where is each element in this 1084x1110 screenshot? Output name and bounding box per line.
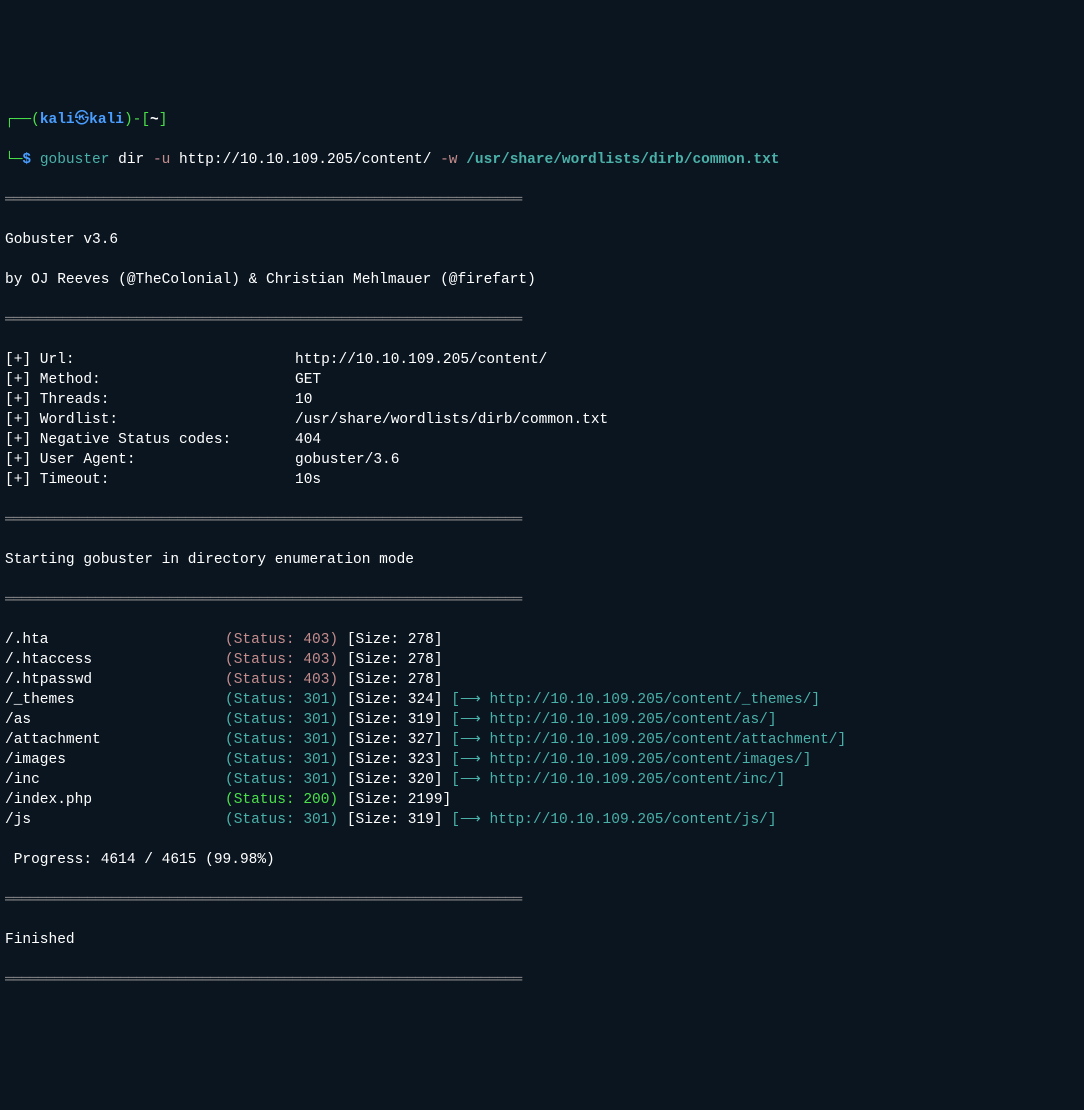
result-redirect: [⟶ http://10.10.109.205/content/inc/]	[443, 772, 786, 788]
result-status: (Status: 301)	[225, 752, 338, 768]
result-row: /.htaccess(Status: 403) [Size: 278]	[5, 650, 1079, 670]
config-row: [+] Url:http://10.10.109.205/content/	[5, 350, 1079, 370]
result-status: (Status: 301)	[225, 712, 338, 728]
result-row: /.hta(Status: 403) [Size: 278]	[5, 630, 1079, 650]
result-path: /.hta	[5, 630, 225, 650]
result-size: [Size: 278]	[338, 652, 442, 668]
result-path: /attachment	[5, 730, 225, 750]
command: gobuster	[40, 152, 110, 168]
result-row: /index.php(Status: 200) [Size: 2199]	[5, 790, 1079, 810]
config-row: [+] User Agent:gobuster/3.6	[5, 450, 1079, 470]
config-value: 404	[295, 432, 321, 448]
prompt-dollar: $	[22, 152, 39, 168]
result-size: [Size: 278]	[338, 632, 442, 648]
result-size: [Size: 2199]	[338, 792, 451, 808]
result-path: /as	[5, 710, 225, 730]
config-value: http://10.10.109.205/content/	[295, 352, 547, 368]
prompt-host: kali	[89, 112, 124, 128]
result-size: [Size: 319]	[338, 812, 442, 828]
result-row: /attachment(Status: 301) [Size: 327] [⟶ …	[5, 730, 1079, 750]
prompt-line-2[interactable]: └─$ gobuster dir -u http://10.10.109.205…	[5, 150, 1079, 170]
result-redirect: [⟶ http://10.10.109.205/content/images/]	[443, 752, 812, 768]
config-label: [+] Url:	[5, 350, 295, 370]
config-label: [+] Timeout:	[5, 470, 295, 490]
config-row: [+] Wordlist:/usr/share/wordlists/dirb/c…	[5, 410, 1079, 430]
separator: ════════════════════════════════════════…	[5, 310, 1079, 330]
prompt-line-1: ┌──(kali㉿kali)-[~]	[5, 110, 1079, 130]
config-row: [+] Timeout:10s	[5, 470, 1079, 490]
wordlist-arg: /usr/share/wordlists/dirb/common.txt	[458, 152, 780, 168]
result-size: [Size: 278]	[338, 672, 442, 688]
results-block: /.hta(Status: 403) [Size: 278]/.htaccess…	[5, 630, 1079, 830]
config-row: [+] Negative Status codes:404	[5, 430, 1079, 450]
separator: ════════════════════════════════════════…	[5, 590, 1079, 610]
config-label: [+] User Agent:	[5, 450, 295, 470]
config-value: 10	[295, 392, 312, 408]
terminal-output: ┌──(kali㉿kali)-[~] └─$ gobuster dir -u h…	[5, 90, 1079, 1010]
result-path: /.htpasswd	[5, 670, 225, 690]
flag-u: -u	[153, 152, 170, 168]
config-row: [+] Method:GET	[5, 370, 1079, 390]
result-row: /inc(Status: 301) [Size: 320] [⟶ http://…	[5, 770, 1079, 790]
flag-w: -w	[440, 152, 457, 168]
result-row: /.htpasswd(Status: 403) [Size: 278]	[5, 670, 1079, 690]
result-path: /images	[5, 750, 225, 770]
result-row: /as(Status: 301) [Size: 319] [⟶ http://1…	[5, 710, 1079, 730]
separator: ════════════════════════════════════════…	[5, 890, 1079, 910]
mode-line: Starting gobuster in directory enumerati…	[5, 550, 1079, 570]
skull-icon: ㉿	[75, 112, 90, 128]
config-value: 10s	[295, 472, 321, 488]
result-path: /_themes	[5, 690, 225, 710]
result-row: /_themes(Status: 301) [Size: 324] [⟶ htt…	[5, 690, 1079, 710]
result-path: /.htaccess	[5, 650, 225, 670]
result-redirect: [⟶ http://10.10.109.205/content/as/]	[443, 712, 777, 728]
config-label: [+] Method:	[5, 370, 295, 390]
result-redirect: [⟶ http://10.10.109.205/content/js/]	[443, 812, 777, 828]
config-label: [+] Threads:	[5, 390, 295, 410]
result-status: (Status: 403)	[225, 652, 338, 668]
gobuster-title: Gobuster v3.6	[5, 230, 1079, 250]
config-row: [+] Threads:10	[5, 390, 1079, 410]
config-value: /usr/share/wordlists/dirb/common.txt	[295, 412, 608, 428]
config-value: gobuster/3.6	[295, 452, 399, 468]
config-label: [+] Wordlist:	[5, 410, 295, 430]
result-size: [Size: 319]	[338, 712, 442, 728]
result-redirect: [⟶ http://10.10.109.205/content/attachme…	[443, 732, 847, 748]
result-size: [Size: 323]	[338, 752, 442, 768]
config-label: [+] Negative Status codes:	[5, 430, 295, 450]
separator: ════════════════════════════════════════…	[5, 510, 1079, 530]
result-status: (Status: 301)	[225, 812, 338, 828]
result-row: /images(Status: 301) [Size: 323] [⟶ http…	[5, 750, 1079, 770]
result-size: [Size: 324]	[338, 692, 442, 708]
url-arg: http://10.10.109.205/content/	[170, 152, 440, 168]
result-status: (Status: 403)	[225, 632, 338, 648]
result-status: (Status: 301)	[225, 772, 338, 788]
result-status: (Status: 200)	[225, 792, 338, 808]
config-block: [+] Url:http://10.10.109.205/content/[+]…	[5, 350, 1079, 490]
prompt-user: kali	[40, 112, 75, 128]
finished-line: Finished	[5, 930, 1079, 950]
result-path: /inc	[5, 770, 225, 790]
config-value: GET	[295, 372, 321, 388]
gobuster-byline: by OJ Reeves (@TheColonial) & Christian …	[5, 270, 1079, 290]
result-path: /index.php	[5, 790, 225, 810]
prompt-cwd: ~	[150, 112, 159, 128]
result-status: (Status: 301)	[225, 692, 338, 708]
progress-line: Progress: 4614 / 4615 (99.98%)	[5, 850, 1079, 870]
result-size: [Size: 327]	[338, 732, 442, 748]
result-path: /js	[5, 810, 225, 830]
separator: ════════════════════════════════════════…	[5, 190, 1079, 210]
result-status: (Status: 301)	[225, 732, 338, 748]
result-size: [Size: 320]	[338, 772, 442, 788]
result-row: /js(Status: 301) [Size: 319] [⟶ http://1…	[5, 810, 1079, 830]
separator: ════════════════════════════════════════…	[5, 970, 1079, 990]
result-status: (Status: 403)	[225, 672, 338, 688]
result-redirect: [⟶ http://10.10.109.205/content/_themes/…	[443, 692, 821, 708]
